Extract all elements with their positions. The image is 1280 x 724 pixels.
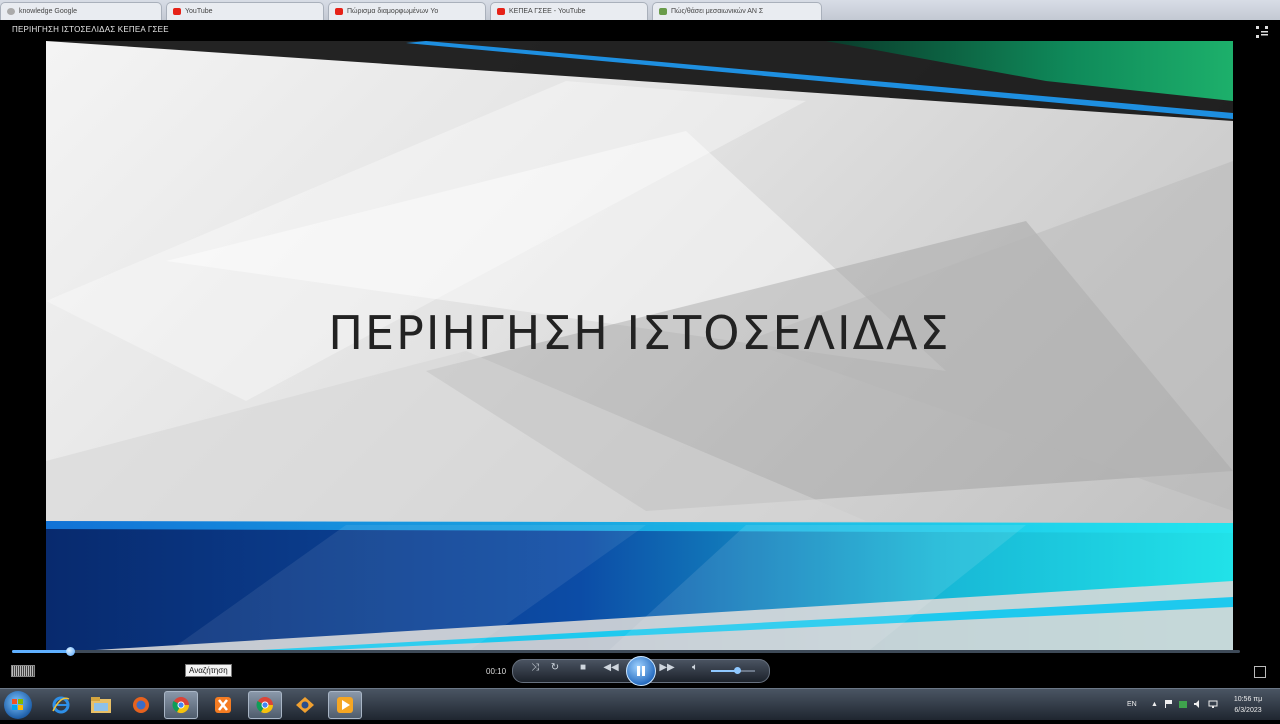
stop-icon[interactable]: ■ bbox=[576, 660, 590, 674]
media-player-window: ΠΕΡΙΗΓΗΣΗ ΙΣΤΟΣΕΛΙΔΑΣ ΚΕΠΕΑ ΓΣΕΕ ΠΕΡΙΗΓΗ… bbox=[0, 20, 1280, 688]
youtube-icon bbox=[335, 8, 343, 15]
shuffle-icon[interactable]: ⤨ bbox=[528, 660, 542, 674]
explorer-icon[interactable] bbox=[84, 691, 118, 719]
language-indicator[interactable]: EN bbox=[1127, 701, 1137, 708]
player-title: ΠΕΡΙΗΓΗΣΗ ΙΣΤΟΣΕΛΙΔΑΣ ΚΕΠΕΑ ΓΣΕΕ bbox=[12, 25, 169, 34]
browser-tab-strip: knowledge Google YouTube Πώρισμα διαμορφ… bbox=[0, 0, 1280, 20]
pause-button[interactable] bbox=[626, 656, 656, 686]
chrome-icon[interactable] bbox=[164, 691, 198, 719]
volume-icon[interactable]: 🔈︎ bbox=[688, 660, 702, 674]
tooltip: Αναζήτηση bbox=[185, 664, 232, 677]
previous-icon[interactable]: ◀◀ bbox=[603, 660, 618, 674]
seek-progress bbox=[12, 650, 70, 653]
browser-tab[interactable]: Πώρισμα διαμορφωμένων Yo bbox=[328, 2, 486, 20]
library-button[interactable] bbox=[11, 665, 35, 677]
volume-slider[interactable] bbox=[711, 667, 755, 674]
media-player-icon[interactable] bbox=[328, 691, 362, 719]
browser-tab[interactable]: knowledge Google bbox=[0, 2, 162, 20]
chrome-icon[interactable] bbox=[248, 691, 282, 719]
system-tray: EN ▲ 10:56 πμ 6/3/2023 bbox=[1110, 689, 1280, 721]
switch-to-library-icon[interactable] bbox=[1254, 666, 1266, 678]
tab-favicon-icon bbox=[7, 8, 15, 15]
browser-tab[interactable]: YouTube bbox=[166, 2, 324, 20]
seek-bar[interactable] bbox=[12, 647, 1240, 656]
show-hidden-icons-icon[interactable]: ▲ bbox=[1151, 701, 1158, 708]
ie-icon[interactable] bbox=[44, 691, 78, 719]
firefox-icon[interactable] bbox=[124, 691, 158, 719]
youtube-icon bbox=[173, 8, 181, 15]
video-frame[interactable]: ΠΕΡΙΗΓΗΣΗ ΙΣΤΟΣΕΛΙΔΑΣ bbox=[46, 41, 1233, 653]
windows-logo-icon bbox=[12, 699, 23, 710]
paint-icon[interactable] bbox=[288, 691, 322, 719]
clock-date[interactable]: 6/3/2023 bbox=[1232, 707, 1264, 714]
xampp-icon[interactable] bbox=[206, 691, 240, 719]
start-button[interactable] bbox=[4, 691, 32, 719]
pause-icon bbox=[637, 666, 645, 676]
next-icon[interactable]: ▶▶ bbox=[659, 660, 674, 674]
speaker-icon[interactable] bbox=[1193, 699, 1203, 709]
action-center-flag-icon[interactable] bbox=[1164, 699, 1174, 709]
browser-tab[interactable]: Πώς/θάσει μεσαιωνικών ΑΝ Σ bbox=[652, 2, 822, 20]
playback-controls: Αναζήτηση 00:10 ⤨ ↻ ■ ◀◀ ▶▶ 🔈︎ bbox=[0, 656, 1280, 688]
youtube-icon bbox=[497, 8, 505, 15]
network-icon[interactable] bbox=[1208, 699, 1218, 709]
exit-fullscreen-icon[interactable] bbox=[1256, 26, 1268, 38]
clock-time[interactable]: 10:56 πμ bbox=[1232, 696, 1264, 703]
slide-title: ΠΕΡΙΗΓΗΣΗ ΙΣΤΟΣΕΛΙΔΑΣ bbox=[328, 306, 951, 360]
elapsed-time: 00:10 bbox=[486, 667, 507, 676]
security-icon[interactable] bbox=[1178, 699, 1188, 709]
repeat-icon[interactable]: ↻ bbox=[548, 660, 562, 674]
tab-favicon-icon bbox=[659, 8, 667, 15]
browser-tab[interactable]: ΚΕΠΕΑ ΓΣΕΕ - YouTube bbox=[490, 2, 648, 20]
seek-handle[interactable] bbox=[65, 647, 75, 656]
taskbar: EN ▲ 10:56 πμ 6/3/2023 bbox=[0, 688, 1280, 720]
